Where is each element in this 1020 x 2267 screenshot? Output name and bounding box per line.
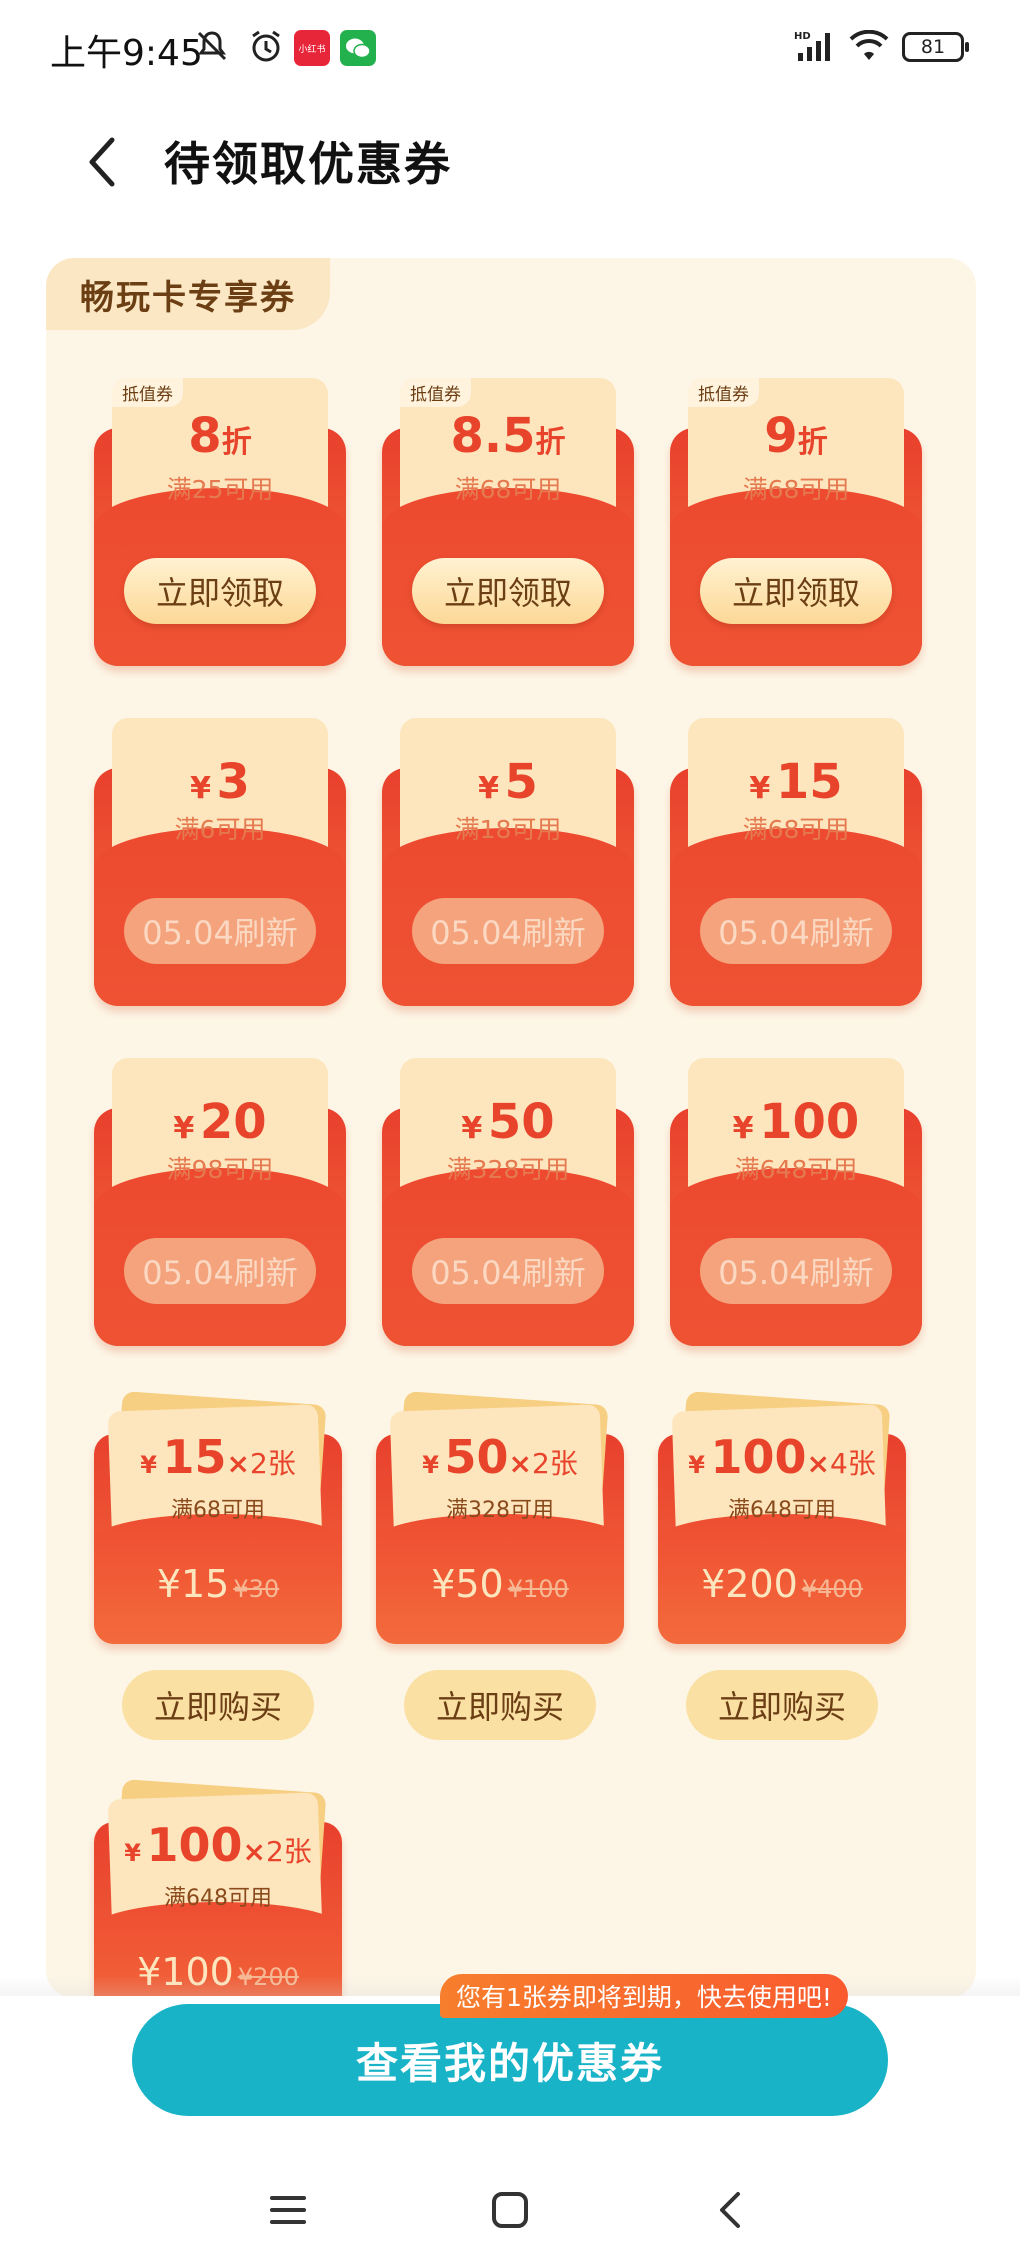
cash-coupon: ¥ 3 满6可用 05.04刷新 [94,718,346,1018]
pack-price: ¥200 ¥400 [701,1562,863,1606]
pack-price: ¥15 ¥30 [156,1562,280,1606]
battery-level: 81 [920,36,946,58]
refresh-date-button: 05.04刷新 [700,898,892,964]
coupon-value: ¥ 20 [173,1094,267,1150]
pack-condition: 满68可用 [171,1498,265,1523]
view-my-coupons-button[interactable]: 查看我的优惠券 [132,2004,888,2116]
coupon-condition: 满98可用 [166,1155,274,1184]
status-time: 上午9:45 [50,33,203,74]
coupon-type-label: 抵值券 [688,378,759,407]
panel-tab-label: 畅玩卡专享券 [80,277,296,318]
menu-icon[interactable] [266,2188,310,2232]
coupon-pack: ¥ 100×2张 满648可用 ¥100¥200 [94,1779,342,1998]
cash-coupon: ¥ 5 满18可用 05.04刷新 [382,718,634,1018]
coupon-condition: 满68可用 [454,475,562,504]
pack-value: ¥ 15×2张 [140,1430,296,1484]
claim-button[interactable]: 立即领取 [124,558,316,624]
coupon-pack: ¥ 100×4张 满648可用 ¥200 ¥400 [658,1391,906,1654]
chevron-left-icon [89,137,115,187]
refresh-date-button: 05.04刷新 [412,1238,604,1304]
buy-button[interactable]: 立即购买 [404,1670,596,1740]
mute-icon [192,26,232,66]
battery-icon: 81 [902,32,969,62]
pack-condition: 满648可用 [728,1498,836,1523]
coupon-value: ¥ 3 [190,754,250,810]
buy-button[interactable]: 立即购买 [686,1670,878,1740]
pack-value: ¥ 100×4张 [688,1430,876,1484]
pack-value: ¥ 100×2张 [124,1818,312,1872]
coupon-value: ¥ 100 [732,1094,860,1150]
cash-coupon: ¥ 20 满98可用 05.04刷新 [94,1058,346,1358]
refresh-date-button: 05.04刷新 [124,1238,316,1304]
pack-condition: 满328可用 [446,1498,554,1523]
refresh-date-button: 05.04刷新 [412,898,604,964]
alarm-icon [246,26,286,66]
wechat-icon [340,30,376,66]
pack-condition: 满648可用 [164,1886,272,1911]
coupon-condition: 满328可用 [446,1155,570,1184]
status-bar: 上午9:45 小红书 HD 81 [0,0,1020,90]
coupon-pack: ¥ 15×2张 满68可用 ¥15 ¥30 [94,1391,342,1654]
view-my-coupons-label: 查看我的优惠券 [355,2038,664,2088]
coupon-condition: 满68可用 [742,475,850,504]
coupon-value: ¥ 15 [749,754,843,810]
coupon-type-label: 抵值券 [112,378,183,407]
refresh-date-button: 05.04刷新 [700,1238,892,1304]
claim-button[interactable]: 立即领取 [700,558,892,624]
refresh-date-button: 05.04刷新 [124,898,316,964]
pack-price: ¥50 ¥100 [431,1562,569,1606]
back-button[interactable] [80,134,130,190]
cash-coupon: ¥ 50 满328可用 05.04刷新 [382,1058,634,1358]
coupon-value: 9折 [764,408,828,464]
panel-tab: 畅玩卡专享券 [46,258,330,330]
coupon-condition: 满648可用 [734,1155,858,1184]
cash-coupon: ¥ 100 满648可用 05.04刷新 [670,1058,922,1358]
cash-coupon: ¥ 15 满68可用 05.04刷新 [670,718,922,1018]
coupon-type-label: 抵值券 [400,378,471,407]
coupon-condition: 满68可用 [742,815,850,844]
discount-coupon: 抵值券 8折 满25可用 立即领取 [94,378,346,678]
discount-coupon: 抵值券 9折 满68可用 立即领取 [670,378,922,678]
coupon-panel: 畅玩卡专享券 抵值券 8折 满25可用 立即领取 抵值券 8.5折 满68可用 … [46,258,976,1998]
coupon-pack: ¥ 50×2张 满328可用 ¥50 ¥100 [376,1391,624,1654]
xiaohongshu-app-icon: 小红书 [294,30,330,66]
svg-text:HD: HD [794,31,811,42]
coupon-condition: 满6可用 [174,815,266,844]
system-nav-bar [0,2170,1020,2250]
coupon-value: ¥ 50 [461,1094,555,1150]
pack-value: ¥ 50×2张 [422,1430,578,1484]
expire-tip-badge: 您有1张券即将到期，快去使用吧! [440,1974,848,2018]
app-badge-text: 小红书 [298,44,326,55]
page-header: 待领取优惠券 [0,110,1020,210]
coupon-condition: 满18可用 [454,815,562,844]
coupon-value: ¥ 5 [478,754,538,810]
coupon-value: 8.5折 [450,408,566,464]
coupon-value: 8折 [188,408,252,464]
buy-button[interactable]: 立即购买 [122,1670,314,1740]
wifi-icon [848,26,890,66]
coupon-condition: 满25可用 [166,475,274,504]
page-title: 待领取优惠券 [164,137,452,191]
claim-button[interactable]: 立即领取 [412,558,604,624]
signal-icon: HD [792,26,840,66]
discount-coupon: 抵值券 8.5折 满68可用 立即领取 [382,378,634,678]
back-nav-icon[interactable] [708,2188,752,2232]
home-icon[interactable] [488,2188,532,2232]
